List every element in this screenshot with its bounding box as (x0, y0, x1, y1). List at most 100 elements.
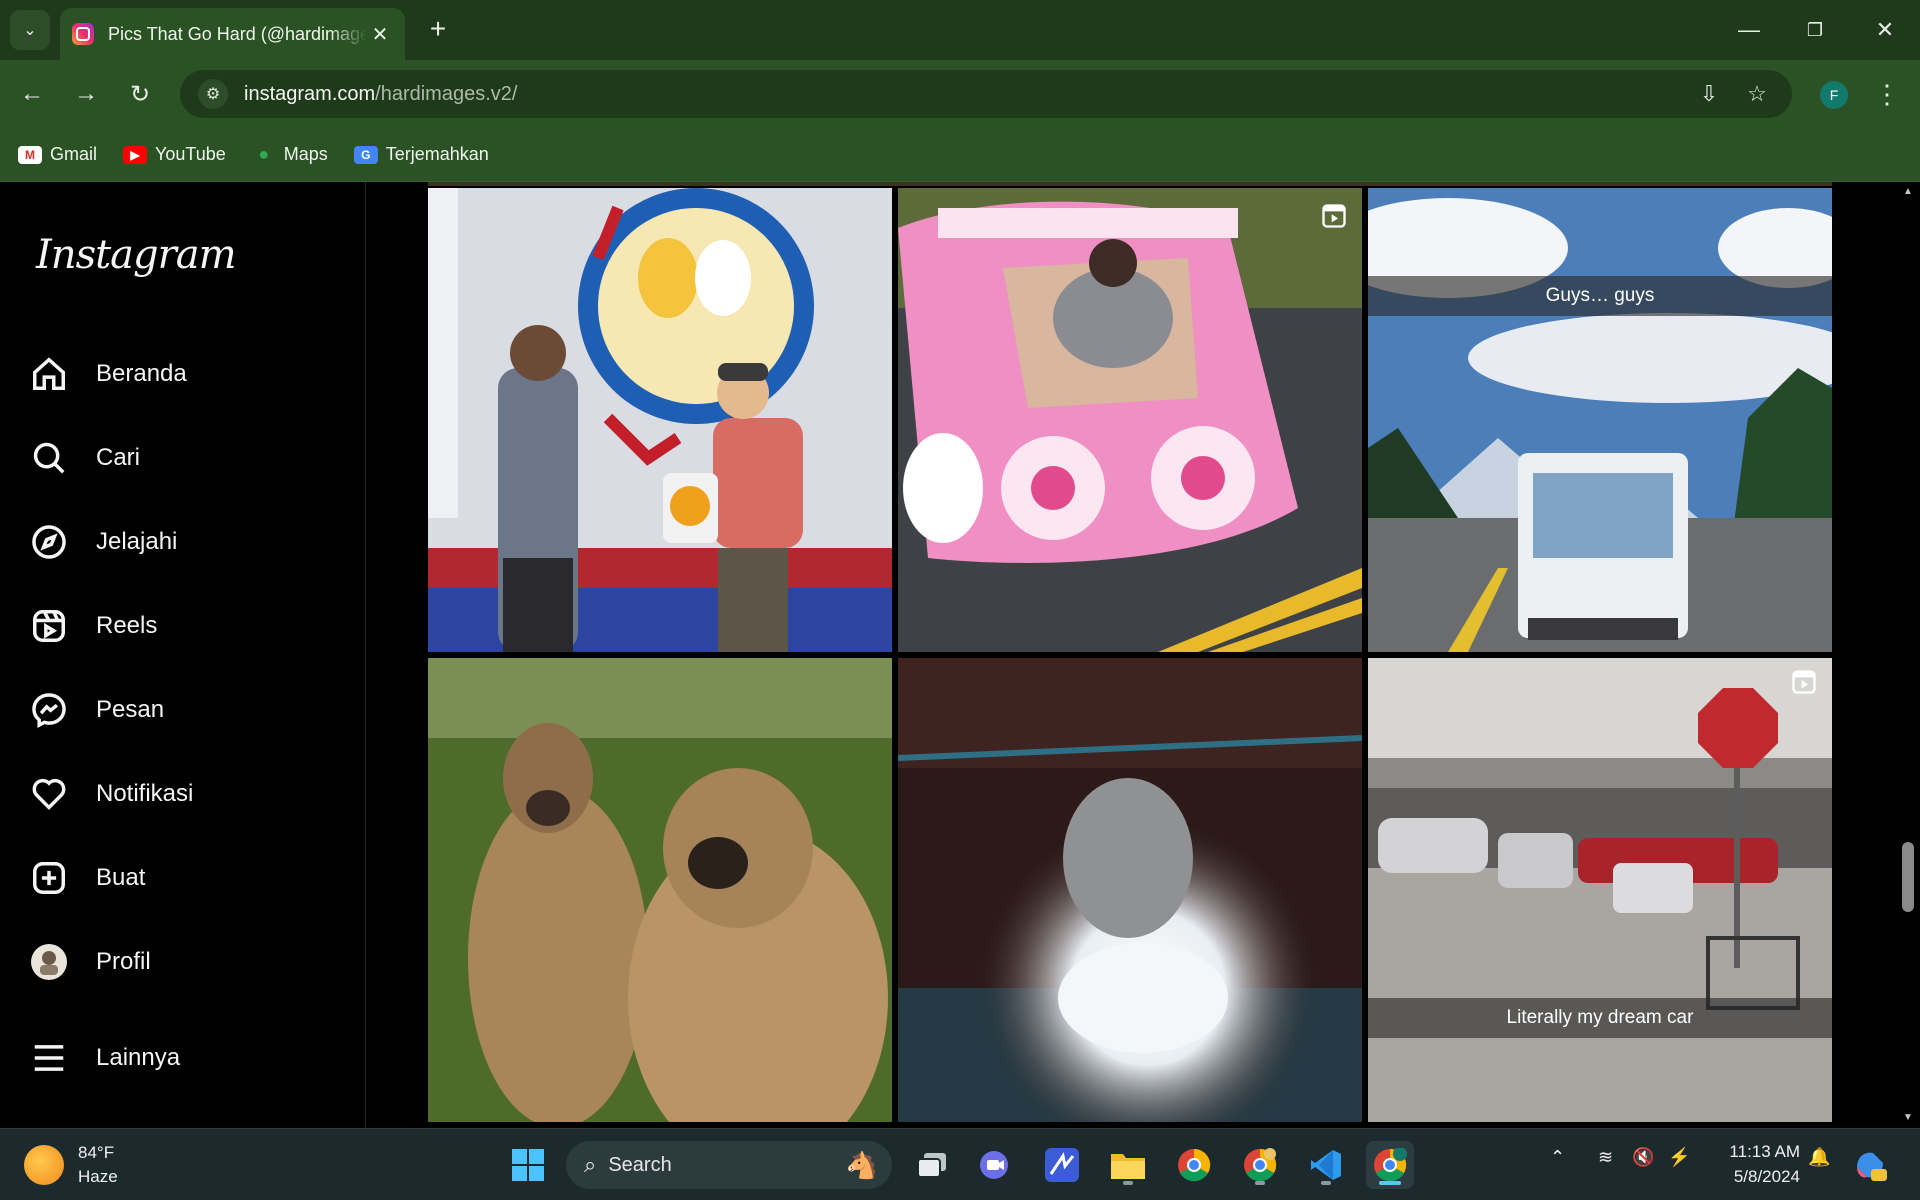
bookmark-label: Gmail (50, 144, 98, 164)
battery-charging-icon[interactable]: ⚡ (1668, 1147, 1690, 1168)
chrome-active-icon (1374, 1148, 1407, 1182)
start-button[interactable] (504, 1141, 552, 1189)
maps-icon: ● (258, 144, 270, 164)
post-parking-garage-image (1368, 658, 1832, 1122)
site-info-icon[interactable]: ⚙ (198, 79, 228, 109)
nav-lainnya[interactable]: Lainnya (30, 1028, 340, 1088)
scroll-thumb[interactable] (1902, 842, 1914, 912)
address-bar[interactable]: ⚙ instagram.com/hardimages.v2/ ⇩ ☆ (180, 70, 1792, 118)
post-caption: Literally my dream car (1368, 998, 1832, 1038)
browser-menu-icon[interactable]: ⋮ (1872, 74, 1902, 114)
weather-desc: Haze (78, 1167, 118, 1186)
avatar (30, 943, 68, 981)
nav-label: Notifikasi (96, 780, 194, 807)
bookmark-youtube[interactable]: ▶ YouTube (123, 144, 226, 165)
post-pink-car-image (898, 188, 1362, 652)
weather-haze-icon (24, 1145, 64, 1185)
volume-muted-icon[interactable]: 🔇 (1632, 1147, 1654, 1168)
chrome-profile-icon (1244, 1148, 1277, 1182)
task-view-button[interactable] (908, 1141, 956, 1189)
nav-cari[interactable]: Cari (30, 428, 340, 488)
compass-icon (30, 523, 68, 561)
video-chat-icon (980, 1151, 1008, 1179)
post-chicken-mural[interactable] (428, 188, 892, 652)
minimize-button[interactable]: — (1716, 0, 1782, 60)
running-indicator (1321, 1181, 1331, 1185)
bookmark-translate[interactable]: G Terjemahkan (353, 144, 489, 165)
task-view-icon (917, 1153, 946, 1178)
menu-icon (30, 1039, 68, 1077)
taskbar-chrome[interactable] (1170, 1141, 1218, 1189)
taskbar-file-explorer[interactable] (1104, 1141, 1152, 1189)
create-icon (30, 859, 68, 897)
instagram-page: Instagram Beranda Cari Jelajahi Reels Pe… (0, 182, 1920, 1128)
install-app-icon[interactable]: ⇩ (1694, 79, 1724, 109)
bookmark-gmail[interactable]: M Gmail (18, 144, 97, 165)
messenger-icon (30, 691, 68, 729)
tab-search-button[interactable]: ⌄ (10, 10, 50, 50)
close-tab-icon[interactable]: ✕ (367, 22, 393, 47)
gmail-icon: M (18, 145, 42, 164)
browser-toolbar: ← → ↻ ⚙ instagram.com/hardimages.v2/ ⇩ ☆… (0, 60, 1920, 128)
bookmark-label: Maps (283, 144, 328, 164)
nav-reels[interactable]: Reels (30, 596, 340, 656)
show-hidden-icons-chevron-icon[interactable]: ⌃ (1550, 1147, 1565, 1168)
system-clock[interactable]: 11:13 AM 5/8/2024 (1716, 1139, 1800, 1189)
close-window-button[interactable]: ✕ (1852, 0, 1918, 60)
active-indicator (1379, 1181, 1401, 1185)
post-glowing-toilet[interactable] (898, 658, 1362, 1122)
post-caption: Guys… guys (1368, 276, 1832, 316)
nav-jelajahi[interactable]: Jelajahi (30, 512, 340, 572)
taskbar-chrome-active[interactable] (1366, 1141, 1414, 1189)
post-marmots[interactable] (428, 658, 892, 1122)
bookmark-maps[interactable]: ● Maps (252, 144, 328, 165)
search-highlight-icon: 🐴 (845, 1149, 878, 1180)
scroll-up-arrow-icon[interactable]: ▲ (1896, 182, 1920, 202)
nav-label: Lainnya (96, 1044, 181, 1071)
taskbar-vscode[interactable] (1302, 1141, 1350, 1189)
bookmark-star-icon[interactable]: ☆ (1742, 79, 1772, 109)
post-grid: Guys… guys Literally my dream car (428, 188, 1832, 1128)
browser-tab[interactable]: Pics That Go Hard (@hardimages.v2) ✕ (60, 8, 405, 60)
taskbar-search[interactable]: ⌕ Search 🐴 (566, 1141, 892, 1189)
post-chicken-mural-image (428, 188, 892, 652)
instagram-logo[interactable]: Instagram (36, 232, 237, 278)
copilot-button[interactable] (1850, 1141, 1890, 1189)
nav-buat[interactable]: Buat (30, 848, 340, 908)
scroll-down-arrow-icon[interactable]: ▼ (1896, 1108, 1920, 1128)
wifi-icon[interactable]: ≋ (1598, 1147, 1613, 1168)
post-pink-car[interactable] (898, 188, 1362, 652)
reload-button[interactable]: ↻ (120, 74, 160, 114)
taskbar-chrome-profile[interactable] (1236, 1141, 1284, 1189)
reels-icon (30, 607, 68, 645)
running-indicator (1255, 1181, 1265, 1185)
bookmarks-bar: M Gmail ▶ YouTube ● Maps G Terjemahkan (0, 128, 1920, 182)
url-path: /hardimages.v2/ (375, 82, 518, 105)
search-icon: ⌕ (584, 1152, 597, 1177)
taskbar-editor-app[interactable] (1038, 1141, 1086, 1189)
profile-avatar[interactable]: F (1820, 81, 1848, 109)
nav-profil[interactable]: Profil (30, 932, 340, 992)
page-scrollbar[interactable]: ▲ ▼ (1896, 182, 1920, 1128)
post-parking-garage[interactable]: Literally my dream car (1368, 658, 1832, 1122)
nav-notifikasi[interactable]: Notifikasi (30, 764, 340, 824)
heart-icon (30, 775, 68, 813)
chrome-icon (1178, 1148, 1211, 1182)
post-camper-mountains[interactable]: Guys… guys (1368, 188, 1832, 652)
back-button[interactable]: ← (12, 74, 52, 114)
restore-button[interactable]: ❐ (1782, 0, 1848, 60)
vscode-icon (1311, 1150, 1341, 1180)
nav-pesan[interactable]: Pesan (30, 680, 340, 740)
bookmark-label: YouTube (155, 144, 226, 164)
nav-label: Pesan (96, 696, 165, 723)
nav-label: Jelajahi (96, 528, 178, 555)
forward-button[interactable]: → (66, 74, 106, 114)
nav-beranda[interactable]: Beranda (30, 344, 340, 404)
notification-bell-icon[interactable]: 🔔 (1808, 1147, 1830, 1168)
weather-widget[interactable]: 84°F Haze (24, 1141, 118, 1189)
taskbar-meet-app[interactable] (972, 1141, 1020, 1189)
clock-date: 5/8/2024 (1733, 1167, 1800, 1186)
post-camper-mountains-image (1368, 188, 1832, 652)
nav-label: Beranda (96, 360, 187, 387)
new-tab-button[interactable]: + (422, 14, 454, 46)
